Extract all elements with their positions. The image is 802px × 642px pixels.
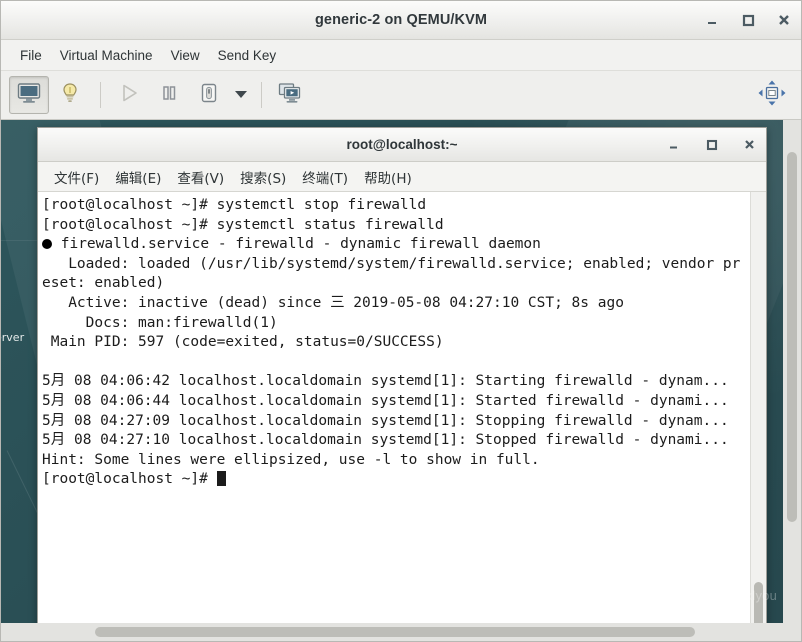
monitor-icon <box>17 82 41 109</box>
minimize-icon[interactable] <box>703 11 721 29</box>
terminal-line: Docs: man:firewalld(1) <box>42 314 278 331</box>
shutdown-button[interactable] <box>190 77 228 113</box>
terminal-close-icon[interactable] <box>740 136 758 154</box>
terminal-line: Loaded: loaded (/usr/lib/systemd/system/… <box>42 255 741 272</box>
terminal-line: Active: inactive (dead) since 三 2019-05-… <box>42 294 624 311</box>
scrollbar-corner <box>783 623 801 641</box>
window-controls <box>703 1 793 39</box>
terminal-line: 5月 08 04:27:09 localhost.localdomain sys… <box>42 412 729 429</box>
lightbulb-icon <box>59 82 81 109</box>
viewport-vertical-scrollbar[interactable] <box>783 120 801 623</box>
terminal-body[interactable]: [root@localhost ~]# systemctl stop firew… <box>38 192 766 623</box>
chevron-down-icon <box>234 86 248 104</box>
terminal-window-controls <box>664 128 758 161</box>
menu-virtual-machine[interactable]: Virtual Machine <box>51 45 162 66</box>
terminal-output[interactable]: [root@localhost ~]# systemctl stop firew… <box>38 192 750 623</box>
close-icon[interactable] <box>775 11 793 29</box>
terminal-window: root@localhost:~ 文件(F) 编辑(E) 查看(V) 搜索(S)… <box>37 127 767 623</box>
terminal-menu-search[interactable]: 搜索(S) <box>232 165 294 189</box>
viewport-horizontal-scrollbar-thumb[interactable] <box>95 627 695 637</box>
terminal-line: 5月 08 04:06:44 localhost.localdomain sys… <box>42 392 729 409</box>
menu-send-key[interactable]: Send Key <box>209 45 286 66</box>
maximize-icon[interactable] <box>739 11 757 29</box>
show-details-button[interactable] <box>51 77 89 113</box>
terminal-menubar: 文件(F) 编辑(E) 查看(V) 搜索(S) 终端(T) 帮助(H) <box>38 162 766 192</box>
terminal-scrollbar-thumb[interactable] <box>754 582 763 623</box>
toolbar <box>1 71 801 120</box>
snapshots-button[interactable] <box>271 77 309 113</box>
terminal-maximize-icon[interactable] <box>702 136 720 154</box>
terminal-menu-view[interactable]: 查看(V) <box>169 165 232 189</box>
terminal-menu-edit[interactable]: 编辑(E) <box>107 165 169 189</box>
run-button[interactable] <box>110 77 148 113</box>
vm-viewport-container: erver root@localhost:~ <box>1 120 801 641</box>
terminal-line: [root@localhost ~]# <box>42 470 750 490</box>
menubar: File Virtual Machine View Send Key <box>1 40 801 71</box>
status-bullet-icon <box>42 239 52 250</box>
shutdown-dropdown-button[interactable] <box>230 77 252 113</box>
terminal-line: firewalld.service - firewalld - dynamic … <box>42 235 750 255</box>
play-icon <box>118 82 140 109</box>
terminal-scrollbar[interactable] <box>750 192 766 623</box>
guest-screen[interactable]: erver root@localhost:~ <box>1 120 783 623</box>
show-console-button[interactable] <box>9 76 49 114</box>
pause-button[interactable] <box>150 77 188 113</box>
terminal-title: root@localhost:~ <box>346 137 458 152</box>
terminal-menu-file[interactable]: 文件(F) <box>46 165 107 189</box>
viewport-horizontal-scrollbar[interactable] <box>1 623 783 641</box>
terminal-line: [root@localhost ~]# systemctl status fir… <box>42 216 444 233</box>
terminal-line: eset: enabled) <box>42 275 165 292</box>
terminal-line: Main PID: 597 (code=exited, status=0/SUC… <box>42 334 444 351</box>
pause-icon <box>158 82 180 109</box>
screens-icon <box>278 82 302 109</box>
terminal-menu-help[interactable]: 帮助(H) <box>356 165 420 189</box>
fullscreen-button[interactable] <box>753 77 791 113</box>
terminal-line: 5月 08 04:06:42 localhost.localdomain sys… <box>42 373 729 390</box>
toolbar-separator-2 <box>261 82 262 108</box>
window-titlebar: generic-2 on QEMU/KVM <box>1 1 801 40</box>
viewport-vertical-scrollbar-thumb[interactable] <box>787 152 797 522</box>
terminal-line: 5月 08 04:27:10 localhost.localdomain sys… <box>42 432 729 449</box>
menu-file[interactable]: File <box>11 45 51 66</box>
power-switch-icon <box>198 82 220 109</box>
desktop-icon-label[interactable]: erver <box>1 331 24 344</box>
terminal-cursor <box>216 471 226 487</box>
menu-view[interactable]: View <box>162 45 209 66</box>
terminal-line: Hint: Some lines were ellipsized, use -l… <box>42 451 540 468</box>
virt-manager-window: generic-2 on QEMU/KVM File Virtual Machi… <box>0 0 802 642</box>
window-title: generic-2 on QEMU/KVM <box>314 12 488 28</box>
terminal-minimize-icon[interactable] <box>664 136 682 154</box>
fullscreen-icon <box>757 79 787 112</box>
terminal-menu-terminal[interactable]: 终端(T) <box>294 165 356 189</box>
terminal-line: [root@localhost ~]# systemctl stop firew… <box>42 197 427 213</box>
terminal-titlebar: root@localhost:~ <box>38 128 766 162</box>
toolbar-separator <box>100 82 101 108</box>
